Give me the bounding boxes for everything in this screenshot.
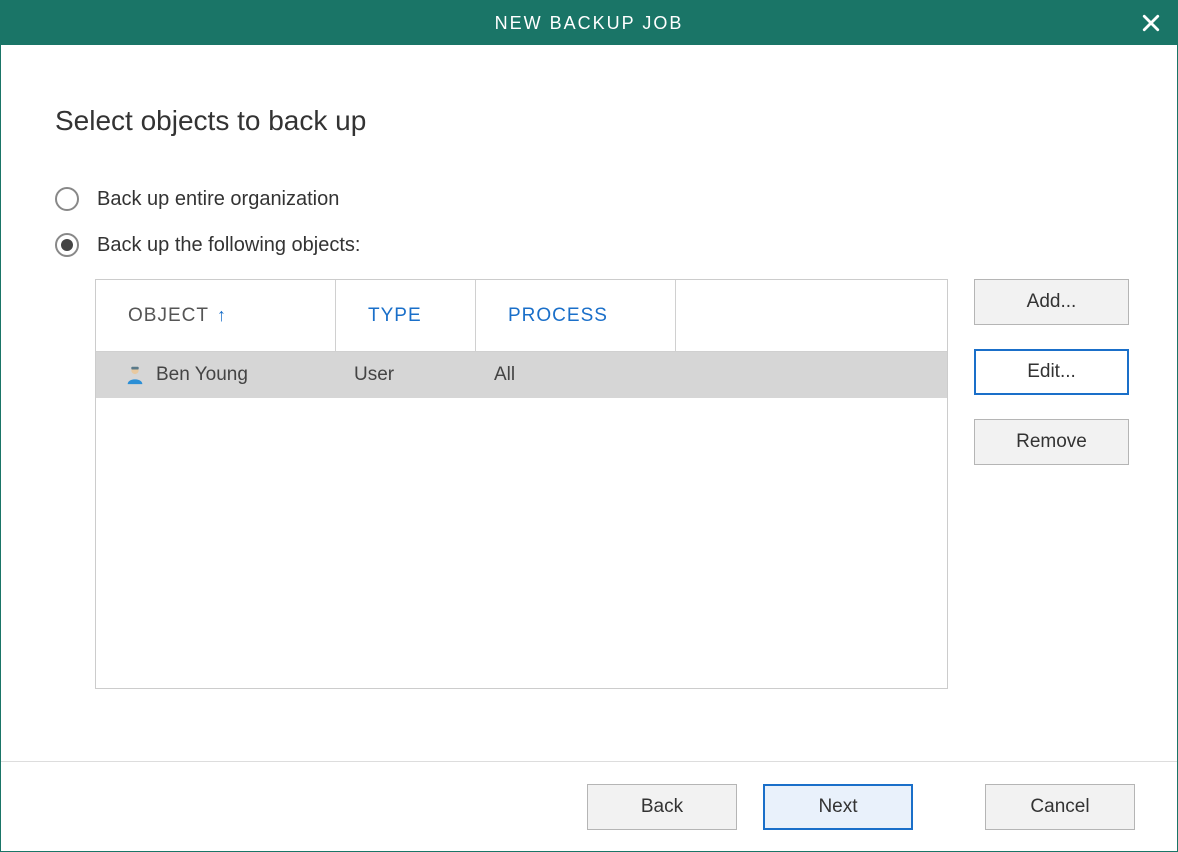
dialog-window: NEW BACKUP JOB Select objects to back up… (0, 0, 1178, 852)
dialog-content: Select objects to back up Back up entire… (1, 45, 1177, 761)
user-icon (124, 364, 146, 386)
objects-panel: OBJECT ↑ TYPE PROCESS (95, 279, 1129, 689)
cancel-button[interactable]: Cancel (985, 784, 1135, 830)
window-title: NEW BACKUP JOB (495, 13, 684, 34)
column-label: OBJECT (128, 305, 209, 327)
side-button-group: Add... Edit... Remove (974, 279, 1129, 689)
radio-unchecked-icon (55, 187, 79, 211)
column-label: PROCESS (508, 305, 608, 327)
page-heading: Select objects to back up (55, 105, 1129, 137)
next-button[interactable]: Next (763, 784, 913, 830)
column-header-object[interactable]: OBJECT ↑ (96, 280, 336, 351)
table-header: OBJECT ↑ TYPE PROCESS (96, 280, 947, 352)
column-header-process[interactable]: PROCESS (476, 280, 676, 351)
add-button[interactable]: Add... (974, 279, 1129, 325)
dialog-footer: Back Next Cancel (1, 761, 1177, 851)
radio-checked-icon (55, 233, 79, 257)
back-button[interactable]: Back (587, 784, 737, 830)
edit-button[interactable]: Edit... (974, 349, 1129, 395)
table-body: Ben Young User All (96, 352, 947, 688)
cell-process: All (476, 352, 676, 398)
radio-label: Back up the following objects: (97, 234, 361, 257)
titlebar: NEW BACKUP JOB (1, 1, 1177, 45)
radio-entire-organization[interactable]: Back up entire organization (55, 187, 1129, 211)
cell-type: User (336, 352, 476, 398)
cell-text: Ben Young (156, 364, 248, 386)
objects-table: OBJECT ↑ TYPE PROCESS (95, 279, 948, 689)
sort-ascending-icon: ↑ (217, 305, 227, 326)
column-header-empty (676, 280, 947, 351)
table-row[interactable]: Ben Young User All (96, 352, 947, 398)
remove-button[interactable]: Remove (974, 419, 1129, 465)
cell-object: Ben Young (96, 352, 336, 398)
cell-empty (676, 352, 947, 398)
radio-label: Back up entire organization (97, 188, 339, 211)
column-label: TYPE (368, 305, 422, 327)
radio-following-objects[interactable]: Back up the following objects: (55, 233, 1129, 257)
cell-text: User (354, 364, 394, 386)
close-icon[interactable] (1141, 13, 1161, 33)
column-header-type[interactable]: TYPE (336, 280, 476, 351)
cell-text: All (494, 364, 515, 386)
